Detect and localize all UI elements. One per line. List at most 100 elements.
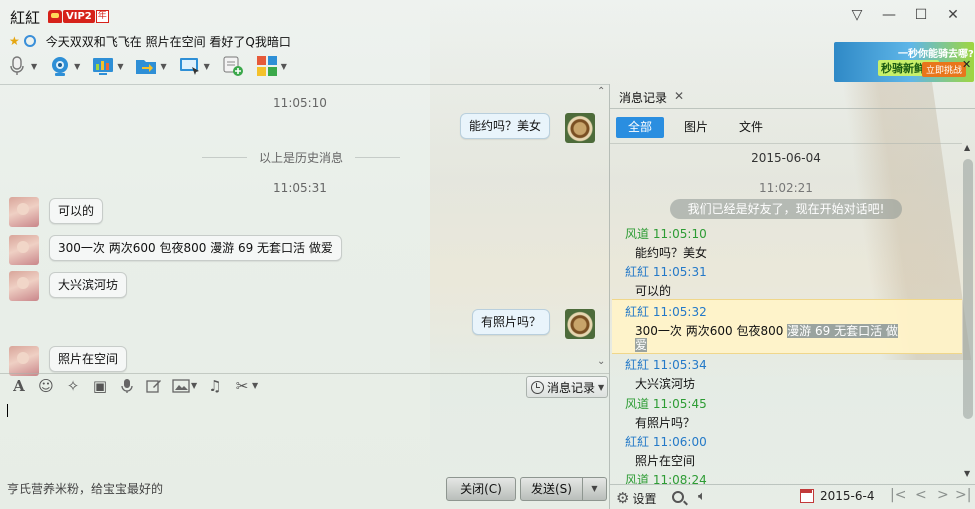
history-entry[interactable]: 风道 11:08:24 (612, 470, 962, 484)
chevron-down-icon[interactable]: ▼ (204, 62, 210, 71)
screen-share-icon (93, 58, 114, 75)
voice-message-icon[interactable] (118, 377, 136, 395)
message-bubble[interactable]: 能约吗？美女 (460, 113, 551, 139)
history-scrollbar[interactable]: ▲ ▼ (961, 143, 975, 483)
chevron-down-icon[interactable]: ▼ (117, 62, 123, 71)
scissors-icon[interactable]: ✂ (233, 377, 251, 395)
chevron-down-icon[interactable]: ▼ (252, 377, 258, 395)
history-text-selected[interactable]: 漫游 69 无套口活 做 (787, 324, 898, 338)
message-bubble[interactable]: 有照片吗？ (472, 309, 551, 335)
chevron-down-icon[interactable]: ▼ (31, 62, 37, 71)
message-bubble[interactable]: 300一次 两次600 包夜800 漫游 69 无套口活 做爱 (49, 235, 342, 261)
history-entry[interactable]: 风道 11:05:10 能约吗？美女 (612, 224, 962, 262)
history-text: 300一次 两次600 包夜800 漫游 69 无套口活 做 (635, 322, 898, 339)
input-ad-text[interactable]: 亨氏营养米粉，给宝宝最好的 (7, 480, 163, 497)
chevron-down-icon[interactable]: ▼ (281, 62, 287, 71)
chevron-down-icon[interactable]: ▼ (191, 377, 197, 395)
history-sender: 紅紅 11:05:32 (625, 305, 707, 319)
clock-icon (531, 380, 544, 394)
maximize-button[interactable]: ☐ (905, 4, 937, 26)
chevron-down-icon: ▼ (598, 382, 605, 392)
history-sender: 紅紅 11:06:00 (625, 435, 707, 449)
date-picker[interactable]: 2015-6-4 (800, 489, 874, 503)
remote-desktop-button[interactable]: ▼ (179, 55, 210, 77)
prev-page-icon[interactable]: < (915, 487, 927, 503)
minimize-button[interactable]: — (873, 4, 905, 26)
video-call-button[interactable]: ▼ (49, 55, 80, 77)
ad-banner[interactable]: 一秒你能骑去哪? 秒骑新鲜地 立即挑战 (834, 42, 974, 82)
magic-wand-icon[interactable]: ✧ (64, 377, 82, 395)
tab-message-history[interactable]: 消息记录 (619, 89, 667, 106)
settings-button[interactable]: ⚙ 设置 (616, 489, 656, 507)
send-file-button[interactable]: ▼ (135, 55, 167, 77)
history-text-selected[interactable]: 爱 (635, 338, 648, 352)
speaker-icon: 🔈︎ (698, 489, 706, 504)
message-bubble[interactable]: 大兴滨河坊 (49, 272, 128, 298)
close-window-button[interactable]: ✕ (937, 4, 969, 26)
music-icon[interactable]: ♫ (206, 377, 224, 395)
history-entry[interactable]: 紅紅 11:06:00 照片在空间 (612, 432, 962, 470)
edit-icon[interactable] (145, 377, 163, 395)
close-icon[interactable]: ✕ (674, 89, 684, 103)
avatar[interactable] (565, 113, 595, 143)
message-time: 11:05:10 (273, 96, 327, 110)
history-text: 可以的 (635, 284, 672, 298)
collapse-up-icon[interactable]: ⌃ (597, 86, 605, 97)
filter-images[interactable]: 图片 (672, 117, 720, 138)
history-entry-highlighted[interactable]: 紅紅 11:05:32 300一次 两次600 包夜800 漫游 69 无套口活… (612, 299, 962, 354)
last-page-icon[interactable]: >| (955, 487, 971, 503)
date-picker-value: 2015-6-4 (820, 489, 875, 503)
chat-toolbar: ▼ ▼ ▼ ▼ ▼ ▼ (6, 53, 299, 79)
scroll-up-icon[interactable]: ▲ (964, 143, 970, 152)
send-options-chevron-down-icon[interactable]: ▼ (583, 477, 607, 501)
chevron-down-icon[interactable]: ▼ (160, 62, 166, 71)
history-entry[interactable]: 紅紅 11:05:31 可以的 (612, 262, 962, 300)
qzone-icon[interactable] (23, 35, 36, 47)
skin-button[interactable]: ▽ (841, 4, 873, 26)
avatar[interactable] (9, 346, 39, 376)
message-bubble[interactable]: 可以的 (49, 198, 104, 224)
scrollbar-thumb[interactable] (963, 159, 973, 419)
image-icon[interactable] (172, 377, 190, 395)
next-page-icon[interactable]: > (937, 487, 949, 503)
history-sender: 风道 11:08:24 (625, 473, 707, 484)
shake-icon[interactable]: ▣ (91, 377, 109, 395)
avatar[interactable] (9, 271, 39, 301)
voice-call-button[interactable]: ▼ (6, 55, 37, 77)
star-icon[interactable]: ★ (9, 34, 20, 48)
message-bubble[interactable]: 照片在空间 (49, 346, 128, 372)
chevron-down-icon[interactable]: ▼ (74, 62, 80, 71)
emoji-icon[interactable]: ☺ (37, 377, 55, 395)
input-tools: A ☺ ✧ ▣ ▼ ♫ ✂ ▼ (10, 377, 258, 395)
history-entry[interactable]: 风道 11:05:45 有照片吗？ (612, 394, 962, 432)
scroll-down-icon[interactable]: ▼ (964, 469, 970, 478)
avatar[interactable] (565, 309, 595, 339)
filter-files[interactable]: 文件 (727, 117, 775, 138)
close-button[interactable]: 关闭(C) (446, 477, 516, 501)
avatar[interactable] (9, 235, 39, 265)
collapse-down-icon[interactable]: ⌄ (597, 356, 605, 367)
avatar[interactable] (9, 197, 39, 227)
history-sender: 风道 11:05:10 (625, 227, 707, 241)
message-history-button[interactable]: 消息记录 ▼ (526, 376, 608, 398)
first-page-icon[interactable]: |< (890, 487, 906, 503)
screen-share-button[interactable]: ▼ (92, 55, 123, 77)
search-button[interactable] (672, 491, 684, 503)
apps-button[interactable]: ▼ (256, 55, 287, 77)
filter-all[interactable]: 全部 (616, 117, 665, 138)
send-button[interactable]: 发送(S) (520, 477, 583, 501)
title-bar: 紅紅 VIP2 年 ▽ — ☐ ✕ (0, 0, 975, 32)
history-date: 2015-06-04 (751, 151, 821, 165)
new-message-button[interactable] (222, 55, 244, 77)
ad-close-button[interactable]: ✕ (962, 58, 971, 71)
font-icon[interactable]: A (10, 377, 28, 395)
message-history-label: 消息记录 (547, 380, 596, 395)
sound-button[interactable]: 🔈︎ (698, 489, 706, 504)
message-list[interactable]: 11:05:10 能约吗？美女 以上是历史消息 11:05:31 可以的 300… (0, 85, 609, 376)
ad-challenge-button[interactable]: 立即挑战 (922, 62, 967, 77)
vip-badge[interactable]: VIP2 年 (48, 9, 109, 23)
history-entry[interactable]: 紅紅 11:05:34 大兴滨河坊 (612, 355, 962, 393)
pane-divider[interactable] (609, 84, 610, 509)
contact-name[interactable]: 紅紅 (10, 7, 40, 28)
text-input-caret[interactable] (7, 404, 8, 417)
